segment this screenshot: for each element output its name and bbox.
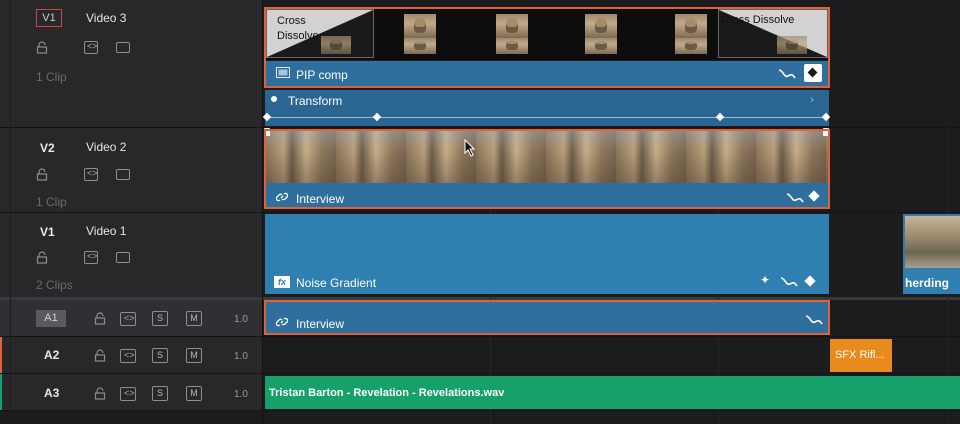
track-id-v2[interactable]: V2 xyxy=(40,141,55,155)
track-id-a1[interactable]: A1 xyxy=(36,310,66,327)
lock-icon[interactable] xyxy=(94,312,106,325)
selection-border xyxy=(264,129,830,209)
mute-button[interactable]: M xyxy=(186,348,202,363)
auto-select-icon[interactable]: <> xyxy=(120,387,136,401)
lock-icon[interactable] xyxy=(36,251,48,264)
monitor-icon[interactable] xyxy=(116,169,130,180)
solo-button[interactable]: S xyxy=(152,348,168,363)
clip-count-v2: 1 Clip xyxy=(36,195,67,209)
chevron-right-icon[interactable]: › xyxy=(810,92,814,106)
lock-icon[interactable] xyxy=(36,41,48,54)
mute-button[interactable]: M xyxy=(186,311,202,326)
solo-button[interactable]: S xyxy=(152,311,168,326)
thumbnail xyxy=(905,216,960,268)
auto-select-icon[interactable]: <> xyxy=(120,312,136,326)
track-name-v2[interactable]: Video 2 xyxy=(86,140,126,154)
solo-button[interactable]: S xyxy=(152,386,168,401)
a3-green-marker xyxy=(0,374,2,410)
clip-name: herding xyxy=(905,276,949,290)
track-name-v3[interactable]: Video 3 xyxy=(86,11,126,25)
auto-select-icon[interactable]: <> xyxy=(84,251,98,264)
lock-icon[interactable] xyxy=(94,387,106,400)
clip-name: Tristan Barton - Revelation - Revelation… xyxy=(269,387,505,399)
volume-a1: 1.0 xyxy=(234,314,248,325)
sparkle-icon[interactable]: ✦ xyxy=(760,273,770,287)
keyframe-baseline xyxy=(266,117,828,118)
keyframe-dot xyxy=(271,96,277,102)
clip-count-v1: 2 Clips xyxy=(36,278,73,292)
mute-button[interactable]: M xyxy=(186,386,202,401)
auto-select-icon[interactable]: <> xyxy=(120,349,136,363)
auto-select-icon[interactable]: <> xyxy=(84,41,98,54)
fx-icon: fx xyxy=(274,276,290,288)
clip-name: Noise Gradient xyxy=(296,276,377,290)
track-id-v1[interactable]: V1 xyxy=(40,225,55,239)
volume-a3: 1.0 xyxy=(234,389,248,400)
selection-border xyxy=(264,7,830,88)
lock-icon[interactable] xyxy=(94,349,106,362)
transform-label: Transform xyxy=(288,94,343,108)
track-name-v1[interactable]: Video 1 xyxy=(86,224,126,238)
lock-icon[interactable] xyxy=(36,168,48,181)
monitor-icon[interactable] xyxy=(116,42,130,53)
curve-icon[interactable] xyxy=(780,274,798,288)
clip-count-v3: 1 Clip xyxy=(36,70,67,84)
clip-name: SFX Rifl... xyxy=(835,349,885,361)
track-id-a2[interactable]: A2 xyxy=(44,348,59,362)
volume-a2: 1.0 xyxy=(234,351,248,362)
track-id-v3[interactable]: V1 xyxy=(36,9,62,27)
selection-border xyxy=(264,300,830,335)
monitor-icon[interactable] xyxy=(116,252,130,263)
a2-orange-marker xyxy=(0,337,2,373)
track-id-a3[interactable]: A3 xyxy=(44,386,59,400)
transform-keyframe-track[interactable] xyxy=(265,90,829,126)
auto-select-icon[interactable]: <> xyxy=(84,168,98,181)
